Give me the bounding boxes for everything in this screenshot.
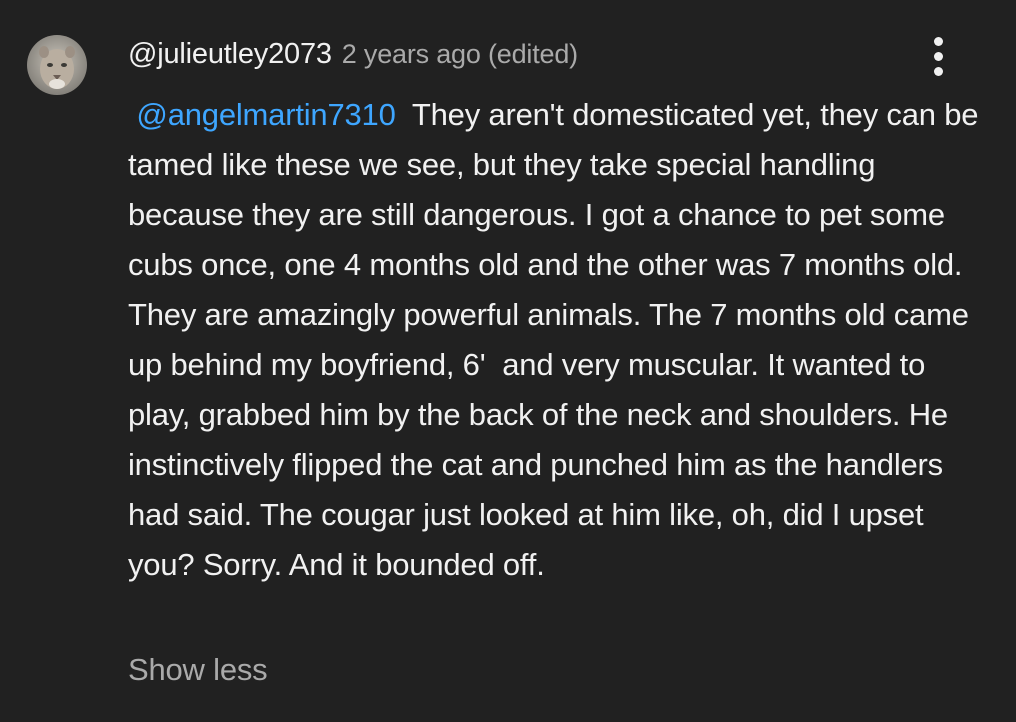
- mention-link[interactable]: @angelmartin7310: [136, 97, 395, 132]
- comment-text: @angelmartin7310 They aren't domesticate…: [128, 90, 993, 590]
- comment-body: They aren't domesticated yet, they can b…: [128, 97, 987, 582]
- comment-header: @julieutley2073 2 years ago (edited): [128, 38, 578, 78]
- author-name[interactable]: @julieutley2073: [128, 38, 332, 71]
- cougar-avatar-icon: [27, 35, 87, 95]
- more-actions-button[interactable]: [920, 32, 956, 80]
- comment-timestamp[interactable]: 2 years ago (edited): [342, 39, 578, 70]
- show-less-button[interactable]: Show less: [128, 652, 268, 688]
- more-vert-icon: [933, 36, 943, 46]
- author-avatar[interactable]: [27, 35, 87, 95]
